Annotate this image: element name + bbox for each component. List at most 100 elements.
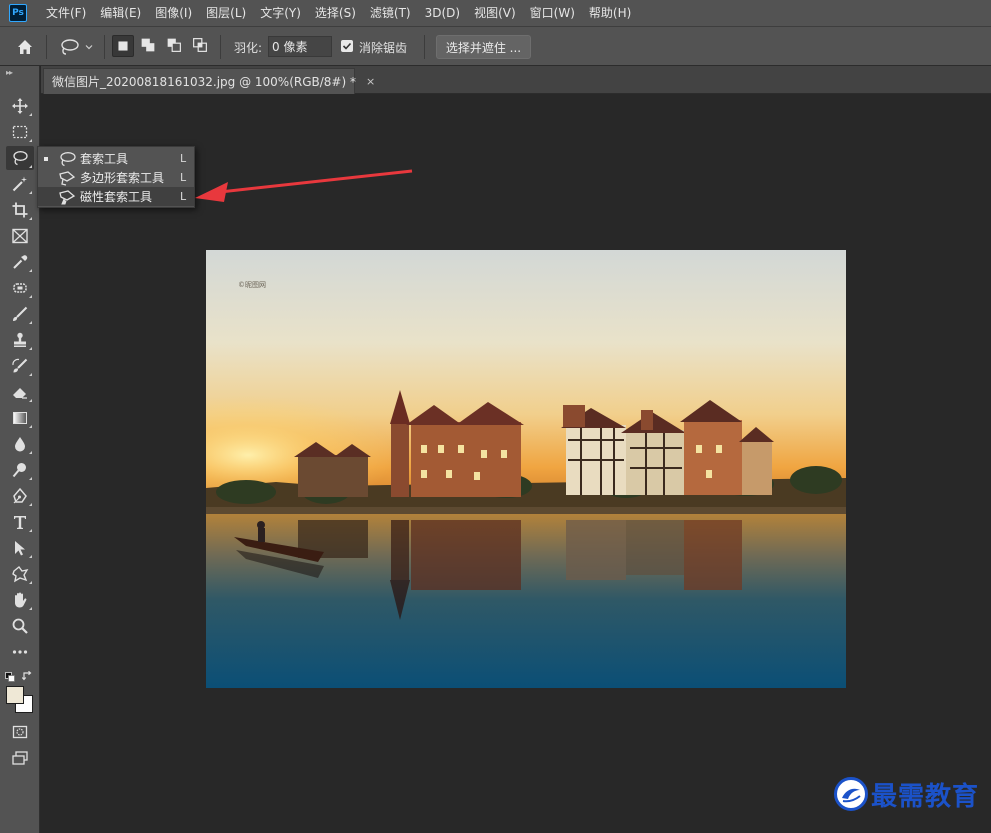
- antialias-checkbox[interactable]: [341, 40, 353, 52]
- swap-colors-icon[interactable]: [22, 670, 34, 682]
- quick-mask-icon: [12, 725, 28, 739]
- clone-stamp-tool[interactable]: [6, 328, 34, 352]
- dodge-icon: [12, 463, 26, 478]
- menu-help[interactable]: 帮助(H): [582, 0, 638, 26]
- lasso-tool-flyout: 套索工具 L 多边形套索工具 L 磁性套索工具 L: [37, 146, 195, 208]
- frame-icon: [12, 228, 28, 244]
- type-icon: [14, 516, 26, 529]
- path-selection-tool[interactable]: [6, 536, 34, 560]
- move-tool[interactable]: [6, 94, 34, 118]
- menu-layer[interactable]: 图层(L): [199, 0, 253, 26]
- history-brush-tool[interactable]: [6, 354, 34, 378]
- dodge-tool[interactable]: [6, 458, 34, 482]
- tool-group-indicator: [29, 165, 32, 168]
- options-separator: [220, 35, 221, 59]
- frame-tool[interactable]: [6, 224, 34, 248]
- polygonal-lasso-icon: [59, 170, 76, 186]
- flyout-item-magnetic-lasso[interactable]: 磁性套索工具 L: [38, 187, 194, 206]
- tool-preset-picker[interactable]: [58, 35, 98, 59]
- document-image[interactable]: ©昵图网: [206, 250, 846, 688]
- new-selection-icon: [118, 41, 128, 51]
- image-caption: ©昵图网: [238, 281, 266, 289]
- intersect-selection-icon: [193, 38, 207, 52]
- type-tool[interactable]: [6, 510, 34, 534]
- intersect-selection-button[interactable]: [190, 35, 212, 57]
- eyedropper-tool[interactable]: [6, 250, 34, 274]
- menu-file[interactable]: 文件(F): [39, 0, 93, 26]
- shape-tool[interactable]: [6, 562, 34, 586]
- tool-group-indicator: [29, 529, 32, 532]
- document-tab[interactable]: 微信图片_20200818161032.jpg @ 100%(RGB/8#) *…: [43, 68, 375, 94]
- flyout-item-polygonal-lasso[interactable]: 多边形套索工具 L: [38, 168, 194, 187]
- tool-group-indicator: [29, 217, 32, 220]
- tool-group-indicator: [29, 607, 32, 610]
- tool-group-indicator: [29, 451, 32, 454]
- feather-label: 羽化:: [234, 41, 263, 55]
- menu-image[interactable]: 图像(I): [148, 0, 199, 26]
- landscape-photo: ©昵图网: [206, 250, 846, 688]
- stamp-icon: [14, 332, 26, 347]
- lasso-tool[interactable]: [6, 146, 34, 170]
- pen-tool[interactable]: [6, 484, 34, 508]
- quick-mask-button[interactable]: [6, 720, 34, 744]
- add-to-selection-icon: [141, 38, 155, 52]
- options-separator: [424, 35, 425, 59]
- gradient-tool[interactable]: [6, 406, 34, 430]
- zoom-icon: [12, 618, 28, 634]
- feather-input[interactable]: [268, 36, 332, 57]
- menu-bar: Ps 文件(F) 编辑(E) 图像(I) 图层(L) 文字(Y) 选择(S) 滤…: [0, 0, 991, 26]
- edit-toolbar-button[interactable]: [6, 640, 34, 664]
- hand-icon: [15, 592, 27, 608]
- flyout-item-label: 磁性套索工具: [80, 190, 153, 204]
- watermark-text: 最需教育: [871, 781, 980, 812]
- blur-drop-icon: [15, 437, 25, 452]
- active-tool-bullet: [44, 156, 48, 161]
- lasso-icon: [60, 151, 76, 166]
- document-tab-title: 微信图片_20200818161032.jpg @ 100%(RGB/8#) *: [52, 75, 356, 89]
- new-selection-button[interactable]: [112, 35, 134, 57]
- screen-mode-button[interactable]: [6, 746, 34, 770]
- menu-3d[interactable]: 3D(D): [418, 0, 467, 26]
- eyedropper-icon: [13, 255, 28, 269]
- magic-wand-tool[interactable]: [6, 172, 34, 196]
- marquee-tool[interactable]: [6, 120, 34, 144]
- flyout-item-shortcut: L: [180, 190, 187, 203]
- menu-items: 文件(F) 编辑(E) 图像(I) 图层(L) 文字(Y) 选择(S) 滤镜(T…: [39, 0, 638, 26]
- flyout-item-lasso[interactable]: 套索工具 L: [38, 149, 194, 168]
- magic-wand-icon: [12, 176, 27, 192]
- foreground-color-swatch[interactable]: [6, 686, 24, 704]
- eraser-tool[interactable]: [6, 380, 34, 404]
- screen-mode-icon: [12, 751, 28, 765]
- menu-select[interactable]: 选择(S): [308, 0, 363, 26]
- hand-tool[interactable]: [6, 588, 34, 612]
- add-to-selection-button[interactable]: [138, 35, 160, 57]
- menu-window[interactable]: 窗口(W): [523, 0, 582, 26]
- options-bar: 羽化: 消除锯齿 选择并遮住 ...: [0, 26, 991, 66]
- subtract-from-selection-icon: [167, 38, 181, 52]
- panel-collapse-icon[interactable]: ▸▸: [6, 68, 13, 77]
- close-icon[interactable]: ×: [366, 75, 375, 88]
- flyout-item-shortcut: L: [180, 171, 187, 184]
- tool-group-indicator: [29, 399, 32, 402]
- path-selection-icon: [15, 541, 25, 556]
- crop-tool[interactable]: [6, 198, 34, 222]
- watermark: 最需教育: [834, 776, 979, 812]
- menu-filter[interactable]: 滤镜(T): [363, 0, 418, 26]
- menu-type[interactable]: 文字(Y): [253, 0, 308, 26]
- watermark-logo-icon: [834, 777, 868, 811]
- menu-view[interactable]: 视图(V): [467, 0, 523, 26]
- blur-tool[interactable]: [6, 432, 34, 456]
- flyout-item-label: 套索工具: [80, 152, 129, 166]
- tool-group-indicator: [29, 139, 32, 142]
- default-colors-icon[interactable]: [5, 672, 15, 682]
- zoom-tool[interactable]: [6, 614, 34, 638]
- subtract-from-selection-button[interactable]: [164, 35, 186, 57]
- home-button[interactable]: [14, 36, 36, 58]
- select-and-mask-button[interactable]: 选择并遮住 ...: [436, 35, 531, 59]
- tool-group-indicator: [29, 191, 32, 194]
- spot-healing-tool[interactable]: [6, 276, 34, 300]
- chevron-down-icon: [85, 45, 93, 50]
- menu-edit[interactable]: 编辑(E): [93, 0, 148, 26]
- brush-tool[interactable]: [6, 302, 34, 326]
- tools-panel: ▸▸: [0, 66, 40, 833]
